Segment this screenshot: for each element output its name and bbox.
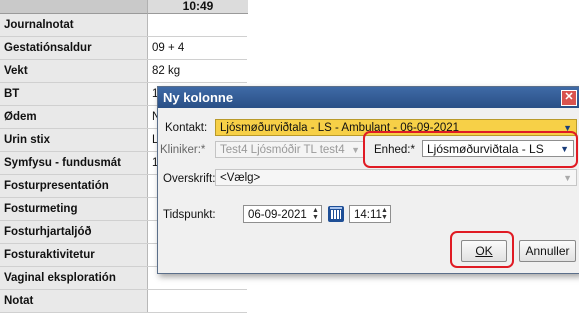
kliniker-select: Test4 Ljósmóðir TL test4 ▼ — [215, 141, 365, 158]
overskrift-select[interactable]: <Vælg> ▼ — [215, 169, 577, 186]
grid-row-label: Symfysu - fundusmát — [0, 152, 148, 174]
grid-row[interactable]: Gestatiónsaldur 09 + 4 — [0, 37, 247, 60]
grid-row-label: Urin stix — [0, 129, 148, 151]
grid-row-label: BT — [0, 83, 148, 105]
grid-row-value[interactable]: 09 + 4 — [152, 37, 184, 59]
dialog-title: Ny kolonne — [163, 90, 234, 105]
enhed-highlight — [363, 131, 578, 168]
grid-row-label: Vekt — [0, 60, 148, 82]
grid-row-label: Fosturhjartaljóð — [0, 221, 148, 243]
date-value: 06-09-2021 — [248, 209, 307, 221]
grid-row-label: Vaginal eksploratión — [0, 267, 148, 289]
grid-row-label: Gestatiónsaldur — [0, 37, 148, 59]
date-input[interactable]: 06-09-2021 ▲ ▼ — [243, 205, 322, 223]
grid-row[interactable]: Vekt 82 kg — [0, 60, 247, 83]
grid-row-label: Fosturmeting — [0, 198, 148, 220]
grid-row-label: Fosturaktivitetur — [0, 244, 148, 266]
grid-row[interactable]: Journalnotat — [0, 14, 247, 37]
kliniker-label: Kliniker:* — [160, 144, 206, 156]
grid-row[interactable]: Notat — [0, 290, 247, 313]
grid-row-value[interactable]: 82 kg — [152, 60, 180, 82]
close-icon[interactable]: ✕ — [561, 90, 577, 106]
overskrift-label: Overskrift: — [163, 173, 216, 185]
grid-row-label: Fosturpresentatión — [0, 175, 148, 197]
grid-label-column-header — [0, 0, 147, 14]
chevron-down-icon: ▼ — [563, 173, 572, 183]
ny-kolonne-dialog: Ny kolonne ✕ Kontakt: Ljósmøðurviðtala -… — [157, 86, 579, 274]
calendar-icon[interactable] — [328, 206, 344, 222]
dialog-titlebar[interactable]: Ny kolonne ✕ — [158, 87, 579, 108]
tidspunkt-label: Tidspunkt: — [163, 209, 216, 221]
ok-highlight — [450, 231, 514, 268]
cancel-button[interactable]: Annuller — [519, 240, 576, 262]
kontakt-label: Kontakt: — [165, 122, 208, 134]
chevron-down-icon: ▼ — [351, 145, 360, 155]
grid-row-label: Notat — [0, 290, 148, 312]
overskrift-value: <Vælg> — [220, 172, 261, 184]
time-input[interactable]: 14:11 ▲ ▼ — [349, 205, 391, 223]
grid-row-label: Ødem — [0, 106, 148, 128]
kliniker-value: Test4 Ljósmóðir TL test4 — [220, 144, 345, 156]
spinner-arrows-icon[interactable]: ▲ ▼ — [312, 207, 319, 221]
spinner-arrows-icon[interactable]: ▲ ▼ — [381, 207, 388, 221]
grid-row-label: Journalnotat — [0, 14, 148, 36]
grid-time-column-header[interactable]: 10:49 — [147, 0, 248, 14]
time-value: 14:11 — [354, 209, 382, 221]
